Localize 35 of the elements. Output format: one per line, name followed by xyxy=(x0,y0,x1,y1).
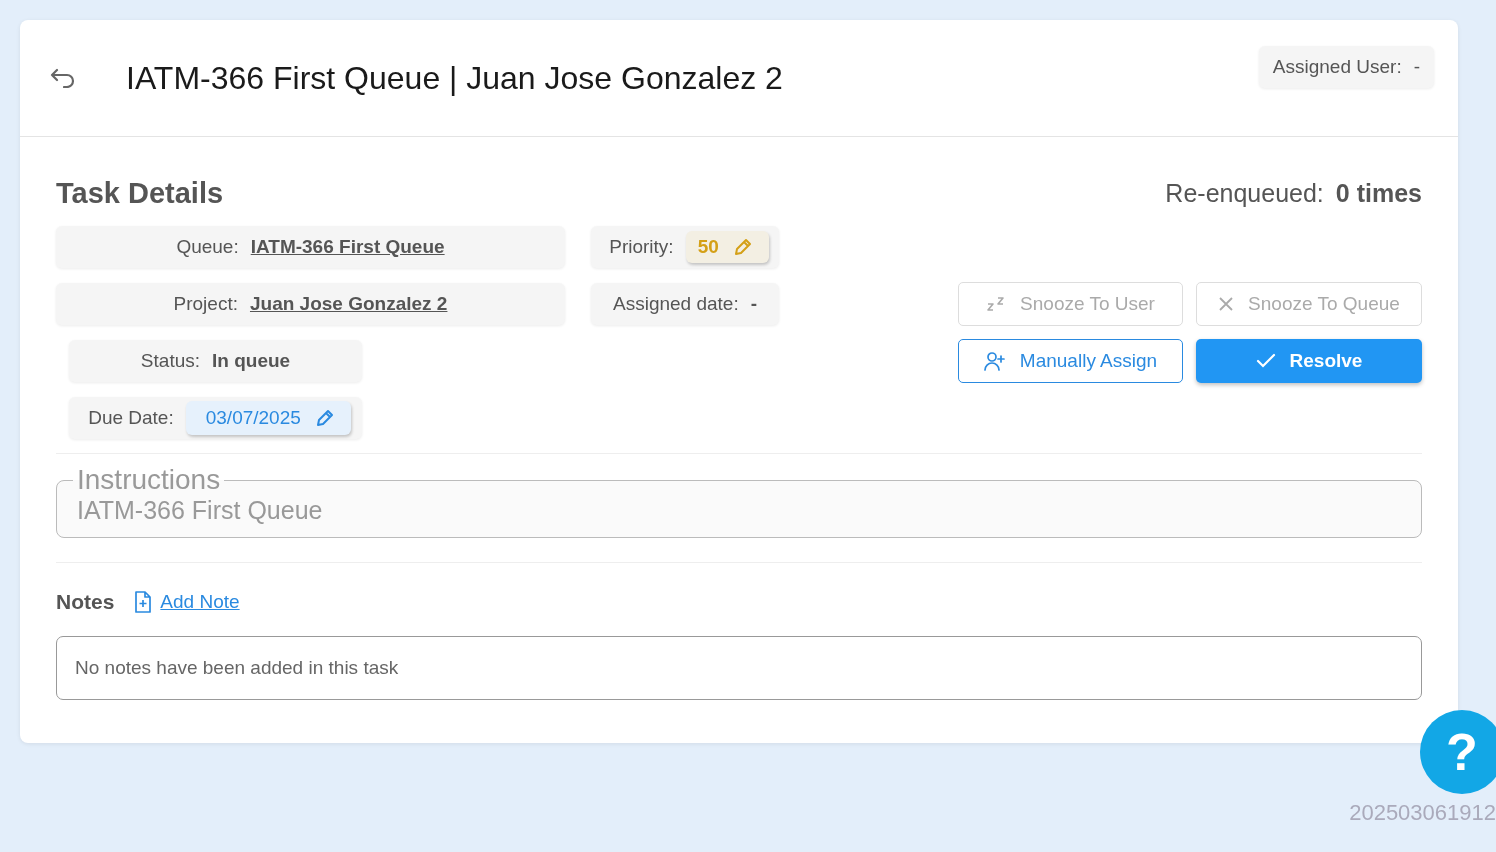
date-badge[interactable]: 03/07/2025 xyxy=(185,401,351,435)
instructions-text: IATM-366 First Queue xyxy=(77,496,324,525)
sleep-icon xyxy=(986,296,1007,312)
field-value: - xyxy=(750,293,757,315)
field-label: Priority: xyxy=(609,236,674,258)
empty-notes-text: No notes have been added in this task xyxy=(75,657,399,679)
resolve-button[interactable]: Resolve xyxy=(1196,339,1422,383)
field-label: Status: xyxy=(140,350,200,372)
add-user-icon xyxy=(983,351,1006,371)
reenqueued-label: Re-enqueued: xyxy=(1165,179,1324,208)
help-button[interactable]: ? xyxy=(1420,710,1496,794)
field-link[interactable]: Juan Jose Gonzalez 2 xyxy=(249,293,448,315)
assign-button[interactable]: Manually Assign xyxy=(958,339,1183,383)
reenqueued-value: 0 times xyxy=(1335,179,1422,208)
assigned-user-value: - xyxy=(1413,56,1420,78)
field-value: In queue xyxy=(212,350,291,372)
priority-badge[interactable]: 50 xyxy=(685,231,769,263)
field-label: Assigned date: xyxy=(613,293,739,315)
version-text: 202503061912 xyxy=(1349,800,1496,826)
field-label: Due Date: xyxy=(88,407,174,429)
add-file-icon[interactable] xyxy=(134,591,153,613)
notes-title: Notes xyxy=(56,590,115,614)
field-link[interactable]: IATM-366 First Queue xyxy=(250,236,445,258)
assigned-user-label: Assigned User: xyxy=(1272,56,1402,78)
field-label: Project: xyxy=(173,293,238,315)
instructions-label: Instructions xyxy=(76,464,222,496)
section-title: Task Details xyxy=(56,177,224,210)
check-icon xyxy=(1255,353,1276,369)
pencil-icon[interactable] xyxy=(314,408,335,428)
add-note-link[interactable]: Add Note xyxy=(160,591,240,613)
page-title: IATM-366 First Queue | Juan Jose Gonzalez 2 xyxy=(126,59,783,97)
field-label: Queue: xyxy=(176,236,239,258)
return-icon[interactable] xyxy=(50,68,76,88)
pencil-icon[interactable] xyxy=(732,237,753,257)
close-icon xyxy=(1218,296,1235,312)
